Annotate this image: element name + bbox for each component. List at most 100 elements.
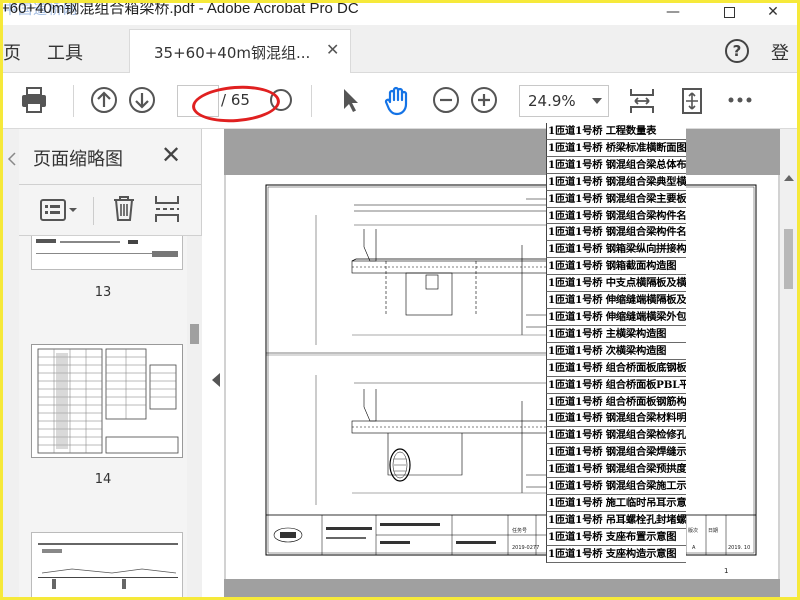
- window-title: +60+40m钢混组合箱梁桥.pdf - Adobe Acrobat Pro D…: [3, 3, 359, 17]
- chevron-down-icon: [592, 98, 602, 104]
- title-block-label: 日期: [708, 528, 719, 534]
- panel-title: 页面缩略图: [33, 149, 123, 170]
- maximize-icon[interactable]: [709, 3, 749, 23]
- drawing-list-item-label: 1匝道1号桥 伸缩缝端横隔板及端横梁构: [548, 294, 686, 307]
- thumbnail-page[interactable]: [31, 532, 183, 597]
- drawing-list-item[interactable]: 1匝道1号桥 桥梁标准横断面图: [546, 139, 686, 157]
- drawing-list-item-label: 1匝道1号桥 钢混组合梁施工示意图: [548, 480, 686, 493]
- thumbnails-panel: 页面缩略图 ✕ 13 14: [19, 129, 202, 597]
- drawing-list-item-label: 1匝道1号桥 钢混组合梁预拱度设置示意: [548, 463, 686, 476]
- scrollbar-thumb[interactable]: [784, 229, 793, 289]
- drawing-list-item-label: 1匝道1号桥 次横梁构造图: [548, 344, 667, 357]
- arrow-up-circle-icon[interactable]: [89, 85, 119, 115]
- drawing-list-item-label: 1匝道1号桥 组合桥面板底钢板构造图: [548, 361, 686, 374]
- drawing-list-item[interactable]: 1匝道1号桥 组合桥面板底钢板构造图: [546, 359, 686, 377]
- drawing-list-item[interactable]: 1匝道1号桥 钢混组合梁总体布置图: [546, 156, 686, 174]
- drawing-list-item[interactable]: 1匝道1号桥 支座构造示意图: [546, 545, 686, 563]
- thumbnail-number: 14: [94, 472, 112, 487]
- drawing-list-item[interactable]: 1匝道1号桥 钢箱梁纵向拼接构造图: [546, 241, 686, 259]
- drawing-list-item[interactable]: 1匝道1号桥 伸缩缝端横隔板及端横梁构: [546, 292, 686, 309]
- title-block-code: 2019-0277: [512, 545, 540, 551]
- drawing-list-item[interactable]: 1匝道1号桥 支座布置示意图: [546, 528, 686, 546]
- engineering-drawing: [265, 184, 757, 556]
- panel-close-icon[interactable]: ✕: [161, 141, 181, 169]
- tab-close-icon[interactable]: ✕: [326, 40, 339, 59]
- drawing-list-item[interactable]: 1匝道1号桥 工程数量表: [546, 123, 686, 140]
- page-gap: [224, 579, 780, 597]
- drawing-list-item[interactable]: 1匝道1号桥 钢混组合梁主要板件参数表: [546, 190, 686, 208]
- drawing-list-items: 1匝道1号桥 工程数量表 1匝道1号桥 桥梁标准横断面图 1匝道1号桥 钢混组合梁总…: [546, 123, 686, 563]
- thumbnail-preview: [36, 239, 178, 257]
- page-number-mark: 1: [724, 567, 729, 575]
- drawing-list-item-label: 1匝道1号桥 桥梁标准横断面图: [548, 141, 686, 154]
- scrollbar-thumb[interactable]: [190, 324, 199, 344]
- pdf-page: 任务号 2019-0277 版次 A 日期 2019. 10 1: [226, 175, 778, 579]
- hand-icon[interactable]: [381, 85, 413, 117]
- signin-link[interactable]: 登: [771, 39, 789, 65]
- fit-page-icon[interactable]: [627, 85, 657, 117]
- drawing-list-item-label: 1匝道1号桥 组合桥面板钢筋构造图: [548, 395, 686, 408]
- drawing-list-item-label: 1匝道1号桥 支座构造示意图: [548, 547, 677, 560]
- drawing-list-item[interactable]: 1匝道1号桥 主横梁构造图: [546, 325, 686, 343]
- drawing-list-item-label: 1匝道1号桥 钢箱梁纵向拼接构造图: [548, 243, 686, 256]
- minimize-icon[interactable]: —: [653, 3, 693, 23]
- drawing-list-item-label: 1匝道1号桥 钢混组合梁主要板件参数表: [548, 192, 686, 205]
- zoom-value: 24.9%: [528, 92, 576, 110]
- zoom-select[interactable]: 24.9%: [519, 85, 609, 117]
- drawing-list-item-label: 1匝道1号桥 主横梁构造图: [548, 327, 667, 340]
- zoom-out-icon[interactable]: [431, 85, 461, 115]
- pointer-icon[interactable]: [337, 85, 363, 115]
- title-bar: 中国道桥网 +60+40m钢混组合箱梁桥.pdf - Adobe Acrobat…: [3, 3, 797, 25]
- thumbnail-page[interactable]: [31, 344, 183, 458]
- drawing-list-item[interactable]: 1匝道1号桥 钢混组合梁预拱度设置示意: [546, 461, 686, 479]
- panel-tools: [19, 185, 202, 235]
- drawing-list-item-label: 1匝道1号桥 钢混组合梁构件名称及编号: [548, 209, 686, 222]
- drawing-list-item[interactable]: 1匝道1号桥 施工临时吊耳示意图: [546, 494, 686, 512]
- drawing-list-item[interactable]: 1匝道1号桥 组合桥面板PBL平面布置图: [546, 376, 686, 394]
- drawing-list-item[interactable]: 1匝道1号桥 钢混组合梁焊缝示意图: [546, 444, 686, 462]
- more-icon[interactable]: [725, 85, 755, 115]
- tab-document[interactable]: 35+60+40m钢混组... ✕: [129, 29, 351, 73]
- drawing-list-item-label: 1匝道1号桥 吊耳螺栓孔封堵螺钉构造图: [548, 513, 686, 526]
- tab-home[interactable]: 页: [3, 39, 21, 65]
- tab-tools[interactable]: 工具: [47, 39, 83, 65]
- drawing-list-item-label: 1匝道1号桥 钢混组合梁材料明细表: [548, 412, 686, 425]
- arrow-down-circle-icon[interactable]: [127, 85, 157, 115]
- drawing-list-item-label: 1匝道1号桥 工程数量表: [548, 125, 657, 137]
- drawing-list-item[interactable]: 1匝道1号桥 钢混组合梁构件名称及编号: [546, 224, 686, 242]
- thumbnail-list: 13 14: [19, 236, 187, 597]
- drawing-list-item[interactable]: 1匝道1号桥 次横梁构造图: [546, 342, 686, 360]
- drawing-list-item-label: 1匝道1号桥 钢混组合梁焊缝示意图: [548, 446, 686, 459]
- close-icon[interactable]: ✕: [753, 3, 793, 23]
- drawing-list-item[interactable]: 1匝道1号桥 钢混组合梁检修孔构造图: [546, 427, 686, 445]
- thumbnail-scrollbar[interactable]: [187, 236, 202, 597]
- panel-toggle-icon[interactable]: [212, 373, 220, 387]
- help-icon[interactable]: ?: [725, 39, 749, 63]
- title-block-date: 2019. 10: [728, 545, 751, 551]
- scroll-up-icon[interactable]: [784, 175, 794, 181]
- drawing-list-item[interactable]: 1匝道1号桥 钢混组合梁材料明细表: [546, 410, 686, 428]
- print-icon[interactable]: [19, 85, 49, 115]
- acrobat-window: 中国道桥网 +60+40m钢混组合箱梁桥.pdf - Adobe Acrobat…: [3, 3, 797, 597]
- drawing-list-item[interactable]: 1匝道1号桥 钢混组合梁构件名称及编号: [546, 207, 686, 225]
- left-rail: [3, 129, 19, 597]
- tab-document-label: 35+60+40m钢混组...: [154, 44, 311, 62]
- drawing-list-item-label: 1匝道1号桥 钢混组合梁检修孔构造图: [548, 429, 686, 442]
- thumbnail-options-icon[interactable]: [39, 197, 79, 223]
- insert-page-icon[interactable]: [153, 193, 181, 223]
- drawing-list-item[interactable]: 1匝道1号桥 中支点横隔板及横梁构造图: [546, 275, 686, 293]
- thumbnail-preview: [38, 543, 178, 589]
- title-block-version: A: [692, 545, 696, 551]
- drawing-list-item[interactable]: 1匝道1号桥 伸缩缝端横梁外包混凝土构: [546, 308, 686, 326]
- trash-icon[interactable]: [111, 193, 137, 223]
- drawing-list-item[interactable]: 1匝道1号桥 钢箱截面构造图: [546, 258, 686, 276]
- full-screen-icon[interactable]: [677, 85, 707, 117]
- document-scrollbar[interactable]: [780, 129, 797, 597]
- drawing-list-item[interactable]: 1匝道1号桥 组合桥面板钢筋构造图: [546, 393, 686, 411]
- drawing-list-item[interactable]: 1匝道1号桥 钢混组合梁典型横断面图: [546, 173, 686, 191]
- zoom-in-icon[interactable]: [469, 85, 499, 115]
- drawing-list-item[interactable]: 1匝道1号桥 钢混组合梁施工示意图: [546, 478, 686, 495]
- drawing-list-item[interactable]: 1匝道1号桥 吊耳螺栓孔封堵螺钉构造图: [546, 511, 686, 529]
- thumbnail-page[interactable]: [31, 236, 183, 270]
- drawing-list-item-label: 1匝道1号桥 组合桥面板PBL平面布置图: [548, 378, 686, 391]
